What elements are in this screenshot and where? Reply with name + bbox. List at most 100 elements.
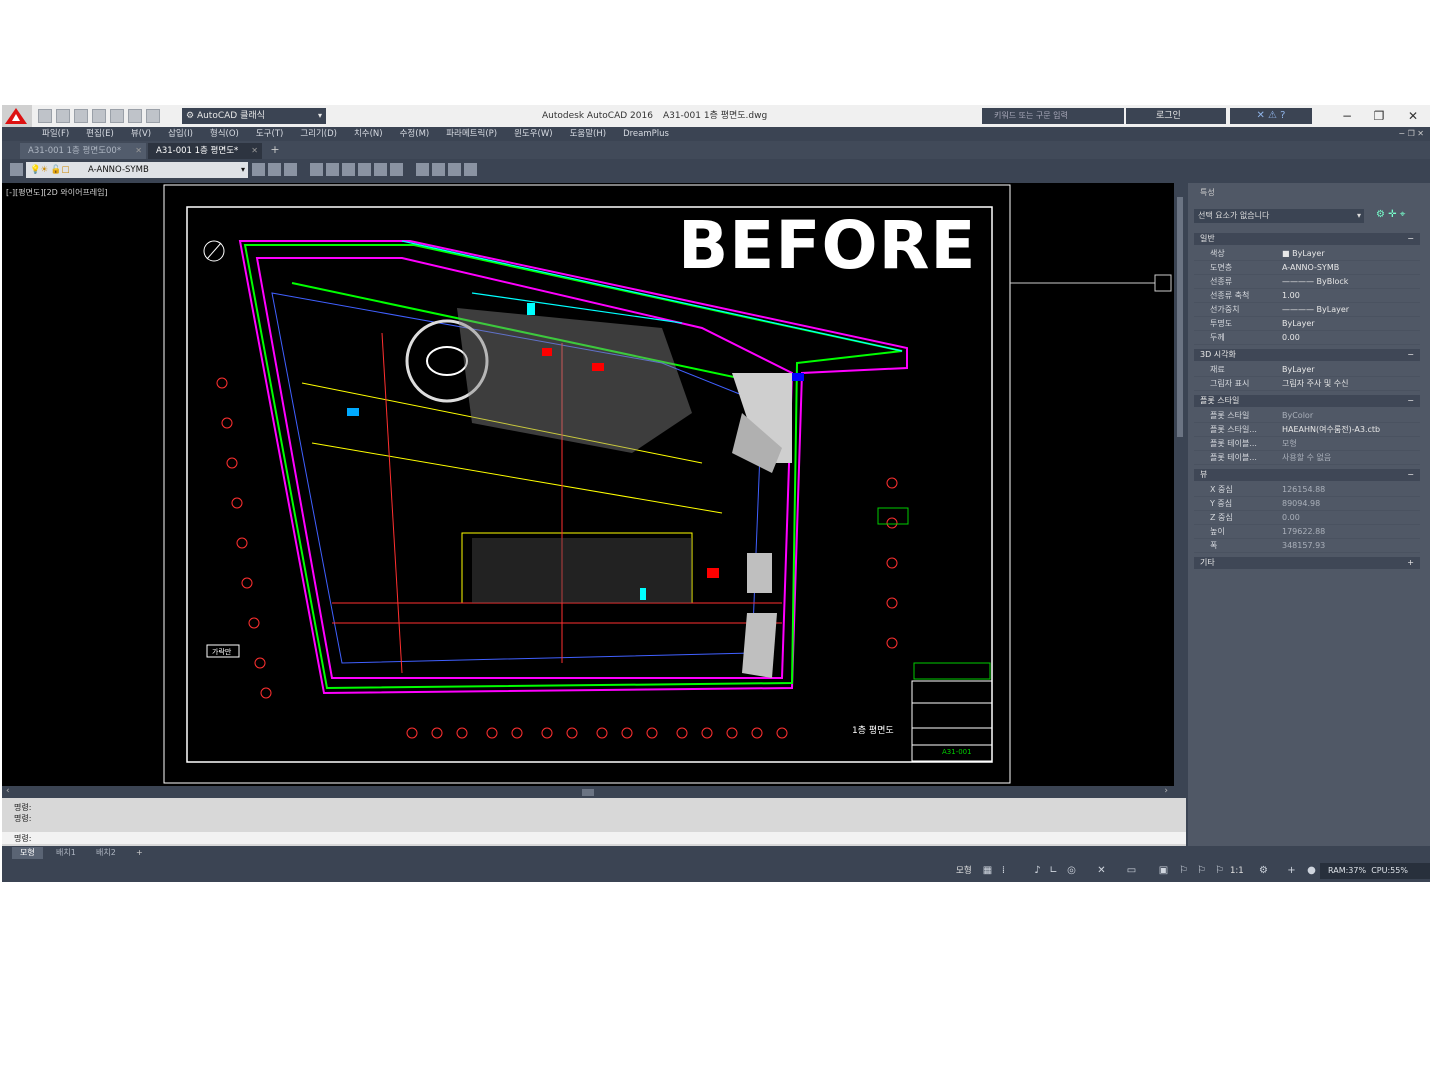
property-row[interactable]: 선종류 ———— ByBlock <box>1194 275 1420 289</box>
close-icon[interactable]: ✕ <box>135 143 142 159</box>
mdi-controls[interactable]: − ❐ ✕ <box>1398 127 1424 141</box>
workspace-switch-icon[interactable]: ⚙ <box>1258 865 1269 876</box>
infer-constraints-icon[interactable]: ♪ <box>1032 865 1043 876</box>
collapse-icon[interactable]: − <box>1407 349 1414 361</box>
add-layout-button[interactable]: + <box>128 847 151 859</box>
plot-icon[interactable] <box>128 109 142 123</box>
workspace-dropdown[interactable]: ⚙ AutoCAD 클래식 ▾ <box>182 108 326 124</box>
annotation-visibility-icon[interactable]: ⚐ <box>1178 865 1189 876</box>
menu-window[interactable]: 윈도우(W) <box>514 127 553 141</box>
model-space-button[interactable]: 모형 <box>956 864 972 878</box>
tab-layout1[interactable]: 배치1 <box>48 847 84 859</box>
drawing-canvas[interactable]: [-][평면도][2D 와이어프레임] BEFORE 1층 평면도 A31-00… <box>2 183 1174 786</box>
hardware-acceleration-icon[interactable]: ● <box>1306 865 1317 876</box>
section-3d-visualization[interactable]: 3D 시각화 − <box>1194 349 1420 361</box>
new-icon[interactable] <box>38 109 52 123</box>
collapse-icon[interactable]: − <box>1407 469 1414 481</box>
ortho-icon[interactable]: ∟ <box>1048 865 1059 876</box>
property-row[interactable]: 도면층 A-ANNO-SYMB <box>1194 261 1420 275</box>
property-row[interactable]: Y 중심 89094.98 <box>1194 497 1420 511</box>
close-button[interactable]: ✕ <box>1398 105 1428 127</box>
property-row[interactable]: 높이 179622.88 <box>1194 525 1420 539</box>
horizontal-scrollbar[interactable]: ‹ › <box>2 786 1174 798</box>
tab-drawing-2[interactable]: A31-001 1층 평면도* ✕ <box>148 143 262 159</box>
layer-match-icon[interactable] <box>416 163 429 176</box>
menu-dreamplus[interactable]: DreamPlus <box>623 127 669 141</box>
property-row[interactable]: Z 중심 0.00 <box>1194 511 1420 525</box>
save-icon[interactable] <box>74 109 88 123</box>
collapse-icon[interactable]: − <box>1407 395 1414 407</box>
property-row[interactable]: 플롯 테이블... 모형 <box>1194 437 1420 451</box>
layer-off-icon[interactable] <box>342 163 355 176</box>
minimize-button[interactable]: − <box>1332 105 1362 127</box>
property-row[interactable]: 플롯 테이블... 사용할 수 없음 <box>1194 451 1420 465</box>
layer-copy-icon[interactable] <box>432 163 445 176</box>
property-row[interactable]: 그림자 표시 그림자 주사 및 수신 <box>1194 377 1420 391</box>
help-icons[interactable]: ✕ ⚠ ? <box>1230 108 1312 124</box>
layer-lock-icon[interactable] <box>374 163 387 176</box>
property-row[interactable]: 플롯 스타일 ByColor <box>1194 409 1420 423</box>
login-button[interactable]: 로그인 <box>1126 108 1226 124</box>
layer-merge-icon[interactable] <box>448 163 461 176</box>
undo-icon[interactable] <box>92 109 106 123</box>
section-general[interactable]: 일반 − <box>1194 233 1420 245</box>
layer-properties-icon[interactable] <box>10 163 23 176</box>
property-row[interactable]: 플롯 스타일... HAEAHN(여수룸전)-A3.ctb <box>1194 423 1420 437</box>
property-row[interactable]: 두께 0.00 <box>1194 331 1420 345</box>
open-icon[interactable] <box>56 109 70 123</box>
menu-format[interactable]: 형식(O) <box>210 127 239 141</box>
make-current-icon[interactable] <box>252 163 265 176</box>
layer-dropdown[interactable]: 💡☀ 🔓□ A-ANNO-SYMB ▾ <box>26 162 248 178</box>
command-input[interactable]: 명령: <box>2 832 1186 844</box>
annotation-scale-icon[interactable]: ⚐ <box>1214 865 1225 876</box>
object-snap-tracking-icon[interactable]: ▭ <box>1126 865 1137 876</box>
layer-state-icon[interactable] <box>284 163 297 176</box>
expand-icon[interactable]: + <box>1407 557 1414 569</box>
menu-parametric[interactable]: 파라메트릭(P) <box>446 127 497 141</box>
layer-delete-icon[interactable] <box>464 163 477 176</box>
layer-isolate-icon[interactable] <box>310 163 323 176</box>
polar-tracking-icon[interactable]: ◎ <box>1066 865 1077 876</box>
menu-dimension[interactable]: 치수(N) <box>354 127 383 141</box>
scroll-thumb[interactable] <box>582 789 594 796</box>
menu-edit[interactable]: 편집(E) <box>86 127 114 141</box>
menu-insert[interactable]: 삽입(I) <box>168 127 193 141</box>
redo-icon[interactable] <box>110 109 124 123</box>
scroll-right-icon[interactable]: › <box>1164 786 1168 796</box>
property-row[interactable]: 폭 348157.93 <box>1194 539 1420 553</box>
vertical-scrollbar[interactable] <box>1174 183 1186 786</box>
customize-icon[interactable]: + <box>1286 865 1297 876</box>
grid-icon[interactable]: ▦ <box>982 865 993 876</box>
section-plot-style[interactable]: 플롯 스타일 − <box>1194 395 1420 407</box>
close-icon[interactable]: ✕ <box>251 143 258 159</box>
property-row[interactable]: 선가중치 ———— ByLayer <box>1194 303 1420 317</box>
osnap-icon[interactable]: ✕ <box>1096 865 1107 876</box>
menu-draw[interactable]: 그리기(D) <box>300 127 337 141</box>
layer-previous-icon[interactable] <box>268 163 281 176</box>
selection-cycling-icon[interactable]: ▣ <box>1158 865 1169 876</box>
tab-drawing-1[interactable]: A31-001 1층 평면도00* ✕ <box>20 143 146 159</box>
section-misc[interactable]: 기타 + <box>1194 557 1420 569</box>
property-row[interactable]: X 중심 126154.88 <box>1194 483 1420 497</box>
annotation-scale-value[interactable]: 1:1 <box>1230 864 1244 878</box>
auto-scale-icon[interactable]: ⚐ <box>1196 865 1207 876</box>
new-tab-button[interactable]: + <box>268 143 282 157</box>
property-row[interactable]: 색상 ■ ByLayer <box>1194 247 1420 261</box>
menu-view[interactable]: 뷰(V) <box>131 127 151 141</box>
snap-icon[interactable]: ⁞ <box>998 865 1009 876</box>
search-input[interactable]: 키워드 또는 구문 입력 <box>982 108 1124 124</box>
quick-select-icon[interactable]: ⚙ ✛ ⌖ <box>1376 209 1405 220</box>
property-row[interactable]: 선종류 축척 1.00 <box>1194 289 1420 303</box>
scroll-left-icon[interactable]: ‹ <box>6 786 10 796</box>
layer-freeze-icon[interactable] <box>358 163 371 176</box>
layer-unisolate-icon[interactable] <box>326 163 339 176</box>
section-view[interactable]: 뷰 − <box>1194 469 1420 481</box>
layer-walk-icon[interactable] <box>390 163 403 176</box>
collapse-icon[interactable]: − <box>1407 233 1414 245</box>
selection-dropdown[interactable]: 선택 요소가 없습니다 ▾ <box>1194 209 1364 223</box>
menu-modify[interactable]: 수정(M) <box>400 127 430 141</box>
menu-tools[interactable]: 도구(T) <box>256 127 283 141</box>
tab-model[interactable]: 모형 <box>12 847 43 859</box>
scroll-thumb[interactable] <box>1177 197 1183 437</box>
restore-button[interactable]: ❐ <box>1364 105 1394 127</box>
